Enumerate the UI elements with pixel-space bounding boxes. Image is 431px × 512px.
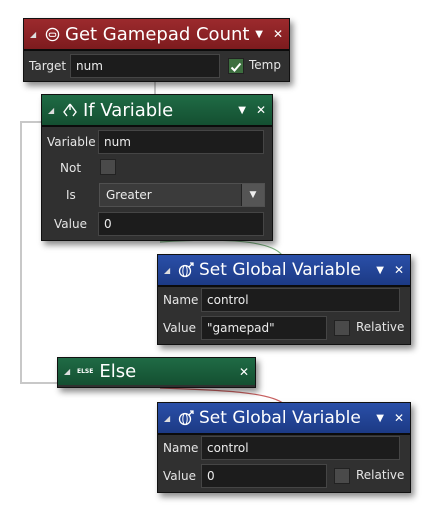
temp-label: Temp (249, 58, 281, 72)
relative-checkbox[interactable] (334, 320, 350, 336)
value-field[interactable]: "gamepad" (201, 316, 327, 340)
collapse-arrow-icon[interactable]: ◢ (48, 106, 58, 115)
relative-checkbox[interactable] (334, 468, 350, 484)
target-field[interactable]: num (70, 54, 220, 78)
target-label: Target (29, 59, 67, 73)
collapse-arrow-icon[interactable]: ◢ (164, 266, 174, 275)
relative-label: Relative (356, 468, 405, 482)
comparison-select[interactable]: Greater ▼ (99, 183, 265, 207)
else-block[interactable]: ◢ ELSE Else ✕ (57, 357, 256, 388)
close-icon[interactable]: ✕ (273, 27, 283, 41)
dropdown-icon[interactable]: ▼ (376, 265, 384, 276)
value-label: Value (54, 217, 87, 231)
branch-icon (62, 102, 78, 118)
checkmark-icon (230, 62, 242, 72)
else-tag-icon: ELSE (77, 368, 94, 375)
temp-checkbox[interactable] (228, 58, 244, 74)
variable-field[interactable]: num (98, 130, 264, 154)
dropdown-icon[interactable]: ▼ (255, 29, 263, 40)
comparison-value: Greater (106, 188, 152, 202)
block-header[interactable]: ◢ Set Global Variable ▼ ✕ (158, 255, 410, 287)
block-title: Else (99, 361, 137, 382)
close-icon[interactable]: ✕ (394, 411, 404, 425)
globe-icon (178, 262, 194, 278)
collapse-arrow-icon[interactable]: ◢ (164, 414, 174, 423)
value-field[interactable]: 0 (201, 464, 327, 488)
dropdown-icon[interactable]: ▼ (238, 105, 246, 116)
get-gamepad-count-block[interactable]: ◢ Get Gamepad Count ▼ ✕ Target num Temp (23, 18, 290, 82)
block-title: Set Global Variable (199, 408, 361, 428)
name-label: Name (163, 441, 199, 455)
true-branch-curve (159, 239, 283, 256)
value-label: Value (163, 469, 196, 483)
globe-icon (178, 410, 194, 426)
block-title: If Variable (83, 99, 174, 121)
name-field[interactable]: control (201, 288, 400, 312)
block-header[interactable]: ◢ If Variable ▼ ✕ (42, 95, 272, 127)
block-header[interactable]: ◢ Set Global Variable ▼ ✕ (158, 403, 410, 435)
if-variable-block[interactable]: ◢ If Variable ▼ ✕ Variable num Not Is Gr… (41, 94, 273, 241)
relative-label: Relative (356, 320, 405, 334)
close-icon[interactable]: ✕ (239, 365, 249, 379)
block-header[interactable]: ◢ ELSE Else ✕ (58, 358, 255, 385)
close-icon[interactable]: ✕ (394, 263, 404, 277)
set-global-variable-block-2[interactable]: ◢ Set Global Variable ▼ ✕ Name control V… (157, 402, 411, 493)
gamepad-icon (44, 26, 60, 42)
variable-label: Variable (47, 135, 96, 149)
block-title: Get Gamepad Count (65, 23, 250, 45)
block-header[interactable]: ◢ Get Gamepad Count ▼ ✕ (24, 19, 289, 51)
not-checkbox[interactable] (100, 159, 116, 175)
chevron-down-icon[interactable]: ▼ (241, 184, 264, 206)
collapse-arrow-icon[interactable]: ◢ (64, 367, 74, 376)
collapse-arrow-icon[interactable]: ◢ (30, 30, 40, 39)
dropdown-icon[interactable]: ▼ (376, 413, 384, 424)
name-label: Name (163, 293, 199, 307)
value-label: Value (163, 321, 196, 335)
close-icon[interactable]: ✕ (256, 103, 266, 117)
block-title: Set Global Variable (199, 260, 361, 280)
is-label: Is (66, 188, 76, 202)
name-field[interactable]: control (201, 436, 400, 460)
value-field[interactable]: 0 (98, 212, 264, 236)
set-global-variable-block-1[interactable]: ◢ Set Global Variable ▼ ✕ Name control V… (157, 254, 411, 345)
not-label: Not (60, 161, 82, 175)
